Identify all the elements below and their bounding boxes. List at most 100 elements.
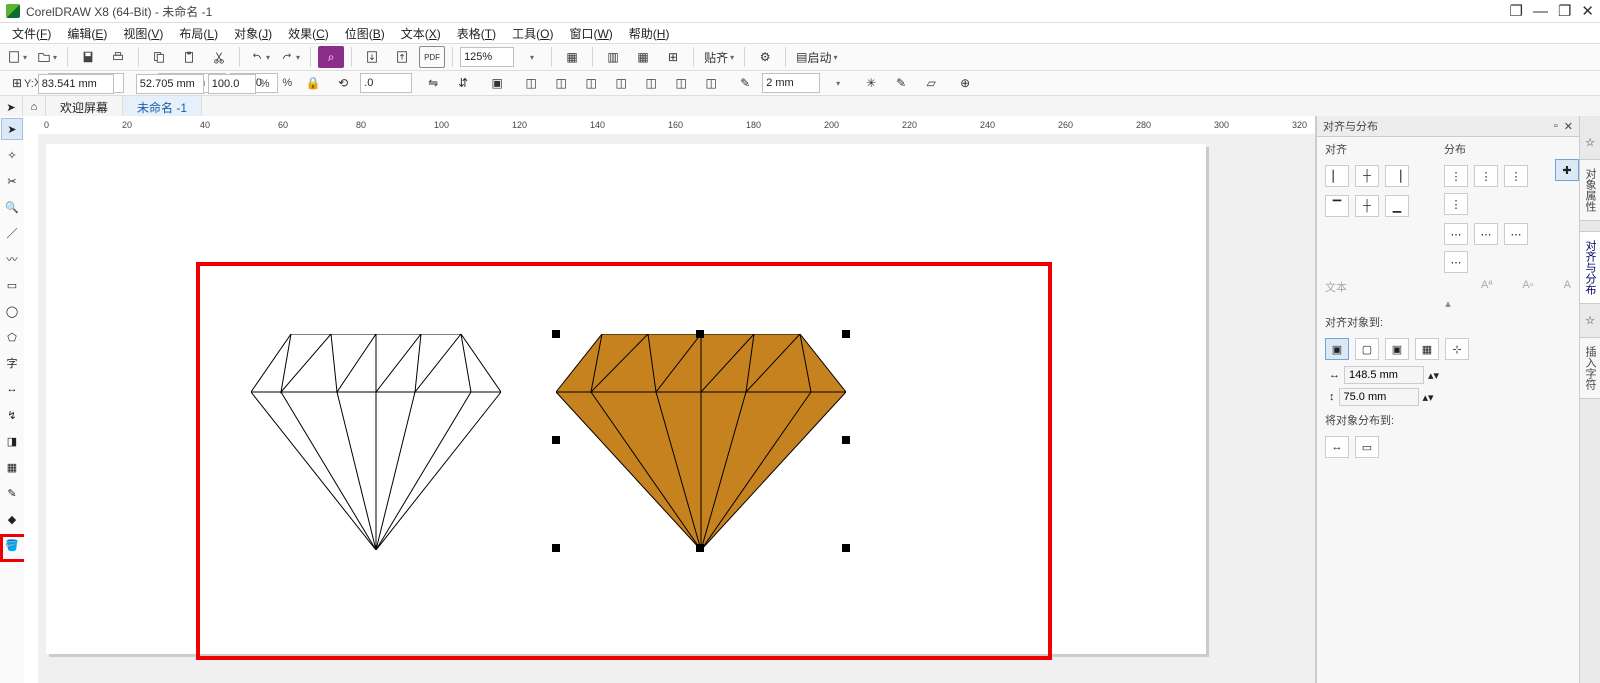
undo-button[interactable]: ▾ [247,46,273,68]
color-eyedrop-tool[interactable]: ✎ [1,482,23,504]
dist-to-page[interactable]: ▭ [1355,436,1379,458]
rectangle-tool[interactable]: ▭ [1,274,23,296]
docker-collapse-icon[interactable]: ▫ [1554,120,1558,132]
zoom-tool[interactable]: 🔍 [1,196,23,218]
rotation-input[interactable] [360,73,412,93]
outline-caret[interactable]: ▾ [824,72,850,94]
diamond-wireframe[interactable] [251,334,501,550]
shape-tool[interactable]: ✧ [1,144,23,166]
align-y-input[interactable] [1339,388,1419,406]
open-button[interactable]: ▾ [34,46,60,68]
document-tab[interactable]: 未命名 -1 [123,96,202,118]
align-to-grid[interactable]: ▦ [1415,338,1439,360]
menu-item[interactable]: 视图(V) [115,23,171,44]
combine-5[interactable]: ◫ [638,72,664,94]
connector-tool[interactable]: ↯ [1,404,23,426]
vtab-object-properties[interactable]: 对象属性 [1579,159,1600,221]
scale-y-input[interactable] [208,74,256,94]
align-to-point[interactable]: ⊹ [1445,338,1469,360]
pick-tool[interactable]: ➤ [1,118,23,140]
combine-4[interactable]: ◫ [608,72,634,94]
import-button[interactable] [359,46,385,68]
diamond-filled[interactable] [556,334,846,550]
quick-custom-button[interactable]: ⊕ [952,72,978,94]
align-x-input[interactable] [1344,366,1424,384]
dist-spacing-h[interactable]: ⋮ [1504,165,1528,187]
align-right[interactable]: ▕ [1385,165,1409,187]
menu-item[interactable]: 表格(T) [449,23,504,44]
close-icon[interactable]: ✕ [1581,2,1594,20]
menu-item[interactable]: 帮助(H) [621,23,678,44]
menu-item[interactable]: 工具(O) [504,23,561,44]
dist-center-v[interactable]: ⋯ [1474,223,1498,245]
menu-item[interactable]: 效果(C) [280,23,337,44]
combine-6[interactable]: ◫ [668,72,694,94]
combine-3[interactable]: ◫ [578,72,604,94]
align-to-page-center[interactable]: ▣ [1385,338,1409,360]
wrap-text-button[interactable]: ✳ [858,72,884,94]
menu-item[interactable]: 对象(J) [226,23,280,44]
dist-left[interactable]: ⋮ [1444,165,1468,187]
mirror-h-button[interactable]: ⇋ [420,72,446,94]
ellipse-tool[interactable]: ◯ [1,300,23,322]
polygon-tool[interactable]: ⬠ [1,326,23,348]
edit-bitmap-button[interactable]: ▱ [918,72,944,94]
dist-top[interactable]: ⋯ [1444,223,1468,245]
transparency-tool[interactable]: ▦ [1,456,23,478]
freehand-tool[interactable]: ／ [1,222,23,244]
combine-7[interactable]: ◫ [698,72,724,94]
align-center-h[interactable]: ┼ [1355,165,1379,187]
redo-button[interactable]: ▾ [277,46,303,68]
menu-item[interactable]: 位图(B) [337,23,393,44]
launch-dropdown[interactable]: ▤ 启动▾ [793,46,840,68]
cut-button[interactable] [206,46,232,68]
docker-close-icon[interactable]: ✕ [1564,120,1573,133]
menu-item[interactable]: 窗口(W) [561,23,620,44]
pick-tool-indicator[interactable]: ➤ [0,96,23,118]
dist-bottom[interactable]: ⋯ [1444,251,1468,273]
outline-width-input[interactable] [762,73,820,93]
convert-curves-button[interactable]: ✎ [888,72,914,94]
dist-right[interactable]: ⋮ [1444,193,1468,215]
align-left[interactable]: ▏ [1325,165,1349,187]
star-icon[interactable]: ☆ [1585,136,1595,149]
copy-button[interactable] [146,46,172,68]
show-rulers-button[interactable]: ▥ [600,46,626,68]
combine-2[interactable]: ◫ [548,72,574,94]
menu-item[interactable]: 文件(F) [4,23,59,44]
help-icon[interactable]: ❐ [1510,2,1523,20]
export-button[interactable] [389,46,415,68]
vtab-insert-character[interactable]: 插入字符 [1579,337,1600,399]
options-button[interactable]: ⚙ [752,46,778,68]
publish-pdf-button[interactable]: PDF [419,46,445,68]
outline-toggle[interactable]: ✚ [1555,159,1579,181]
align-top[interactable]: ▔ [1325,195,1349,217]
save-button[interactable] [75,46,101,68]
menu-item[interactable]: 布局(L) [171,23,226,44]
text-opt-2[interactable]: A▫ [1522,279,1533,295]
menu-item[interactable]: 文本(X) [393,23,449,44]
vtab-align-distribute[interactable]: 对齐与分布 [1579,231,1600,304]
snap-dropdown[interactable]: 贴齐▾ [701,46,737,68]
show-guides-button[interactable]: ⊞ [660,46,686,68]
star-icon-2[interactable]: ☆ [1585,314,1595,327]
align-bottom[interactable]: ▁ [1385,195,1409,217]
align-to-page-edge[interactable]: ▢ [1355,338,1379,360]
dist-spacing-v[interactable]: ⋯ [1504,223,1528,245]
paste-button[interactable] [176,46,202,68]
lock-ratio-icon[interactable]: 🔒 [300,72,326,94]
mirror-v-button[interactable]: ⇵ [450,72,476,94]
zoom-input[interactable] [460,47,514,67]
order-button[interactable]: ▣ [484,72,510,94]
menu-item[interactable]: 编辑(E) [59,23,115,44]
height-input[interactable] [136,74,204,94]
interactive-fill-tool[interactable]: ◆ [1,508,23,530]
text-opt-3[interactable]: A [1564,279,1571,295]
dist-center-h[interactable]: ⋮ [1474,165,1498,187]
search-content-button[interactable]: ⌕ [318,46,344,68]
combine-1[interactable]: ◫ [518,72,544,94]
text-tool[interactable]: 字 [1,352,23,374]
minimize-icon[interactable]: ― [1533,3,1548,20]
new-button[interactable]: ▾ [4,46,30,68]
home-tab-icon[interactable]: ⌂ [23,96,46,118]
